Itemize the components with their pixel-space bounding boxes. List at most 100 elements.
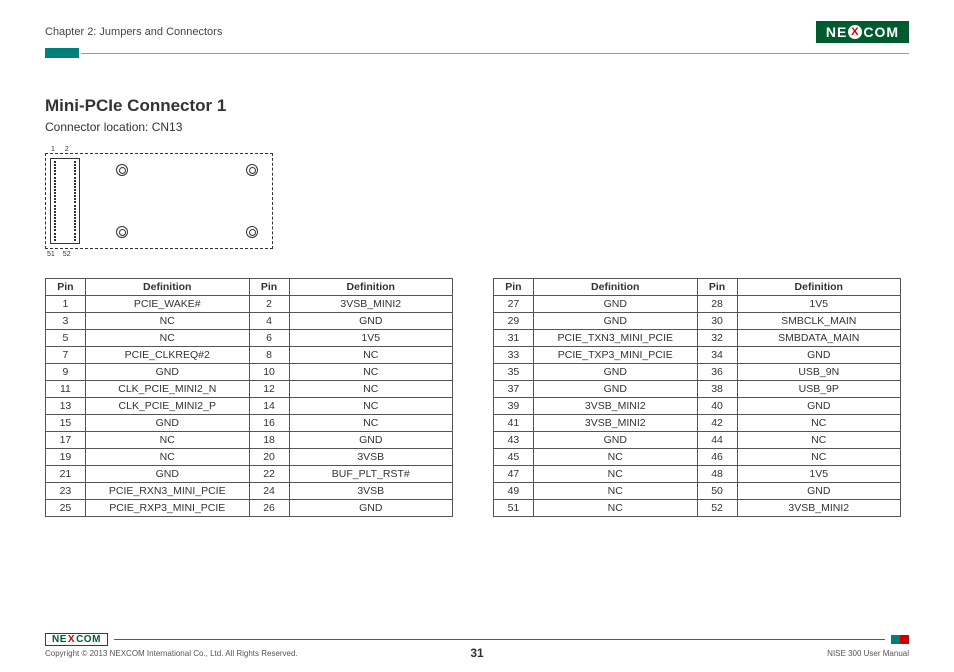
footer-rule bbox=[114, 639, 885, 641]
cell-pin: 37 bbox=[494, 381, 534, 398]
cell-pin: 5 bbox=[46, 330, 86, 347]
cell-def: NC bbox=[533, 466, 697, 483]
cell-pin: 17 bbox=[46, 432, 86, 449]
logo-text: NE bbox=[826, 24, 847, 40]
table-row: 21GND22BUF_PLT_RST# bbox=[46, 466, 453, 483]
cell-pin: 28 bbox=[697, 296, 737, 313]
cell-def: 1V5 bbox=[737, 296, 901, 313]
cell-def: GND bbox=[737, 483, 901, 500]
cell-def: NC bbox=[289, 415, 452, 432]
cell-def: NC bbox=[85, 330, 249, 347]
th-pin: Pin bbox=[494, 279, 534, 296]
brand-logo: NEXCOM bbox=[816, 21, 909, 43]
cell-pin: 16 bbox=[249, 415, 289, 432]
table-row: 33PCIE_TXP3_MINI_PCIE34GND bbox=[494, 347, 901, 364]
cell-def: 3VSB_MINI2 bbox=[289, 296, 452, 313]
th-def: Definition bbox=[737, 279, 901, 296]
table-row: 37GND38USB_9P bbox=[494, 381, 901, 398]
section-title: Mini-PCIe Connector 1 bbox=[45, 96, 909, 116]
table-row: 413VSB_MINI242NC bbox=[494, 415, 901, 432]
page-number: 31 bbox=[470, 646, 483, 660]
logo-text: COM bbox=[76, 634, 101, 645]
cell-def: PCIE_RXP3_MINI_PCIE bbox=[85, 500, 249, 517]
cell-pin: 11 bbox=[46, 381, 86, 398]
cell-pin: 32 bbox=[697, 330, 737, 347]
cell-pin: 38 bbox=[697, 381, 737, 398]
pin-label-2: 2 bbox=[65, 146, 69, 153]
cell-def: NC bbox=[289, 381, 452, 398]
cell-def: GND bbox=[533, 432, 697, 449]
cell-pin: 3 bbox=[46, 313, 86, 330]
cell-pin: 7 bbox=[46, 347, 86, 364]
standoff-icon bbox=[246, 164, 258, 176]
logo-x-icon: X bbox=[68, 634, 75, 645]
cell-pin: 40 bbox=[697, 398, 737, 415]
cell-def: BUF_PLT_RST# bbox=[289, 466, 452, 483]
standoff-icon bbox=[116, 226, 128, 238]
cell-def: GND bbox=[289, 313, 452, 330]
cell-pin: 6 bbox=[249, 330, 289, 347]
table-row: 3NC4GND bbox=[46, 313, 453, 330]
th-def: Definition bbox=[85, 279, 249, 296]
cell-pin: 13 bbox=[46, 398, 86, 415]
cell-def: SMBCLK_MAIN bbox=[737, 313, 901, 330]
footer-brand-logo: NEXCOM bbox=[45, 633, 108, 646]
cell-def: USB_9P bbox=[737, 381, 901, 398]
cell-pin: 29 bbox=[494, 313, 534, 330]
logo-text: NE bbox=[52, 634, 67, 645]
cell-pin: 18 bbox=[249, 432, 289, 449]
cell-pin: 24 bbox=[249, 483, 289, 500]
pin-label-1: 1 bbox=[51, 146, 55, 153]
table-row: 47NC481V5 bbox=[494, 466, 901, 483]
table-row: 23PCIE_RXN3_MINI_PCIE243VSB bbox=[46, 483, 453, 500]
cell-def: GND bbox=[737, 398, 901, 415]
cell-def: NC bbox=[289, 364, 452, 381]
cell-pin: 47 bbox=[494, 466, 534, 483]
cell-def: GND bbox=[533, 313, 697, 330]
table-row: 35GND36USB_9N bbox=[494, 364, 901, 381]
cell-pin: 1 bbox=[46, 296, 86, 313]
cell-def: GND bbox=[289, 500, 452, 517]
cell-def: SMBDATA_MAIN bbox=[737, 330, 901, 347]
rule-line bbox=[81, 53, 909, 54]
chapter-title: Chapter 2: Jumpers and Connectors bbox=[45, 26, 222, 38]
cell-def: NC bbox=[533, 449, 697, 466]
cell-pin: 39 bbox=[494, 398, 534, 415]
footer-cap-icon bbox=[891, 635, 909, 644]
cell-def: GND bbox=[85, 466, 249, 483]
cell-def: GND bbox=[533, 296, 697, 313]
table-row: 393VSB_MINI240GND bbox=[494, 398, 901, 415]
cell-pin: 49 bbox=[494, 483, 534, 500]
cell-pin: 4 bbox=[249, 313, 289, 330]
cell-pin: 34 bbox=[697, 347, 737, 364]
cell-def: 3VSB bbox=[289, 449, 452, 466]
accent-block bbox=[45, 48, 79, 58]
cell-def: GND bbox=[85, 415, 249, 432]
th-def: Definition bbox=[289, 279, 452, 296]
cell-def: GND bbox=[737, 347, 901, 364]
cell-pin: 44 bbox=[697, 432, 737, 449]
cell-def: NC bbox=[533, 500, 697, 517]
table-row: 15GND16NC bbox=[46, 415, 453, 432]
cell-pin: 43 bbox=[494, 432, 534, 449]
table-row: 45NC46NC bbox=[494, 449, 901, 466]
socket-outline bbox=[45, 153, 273, 249]
cell-pin: 27 bbox=[494, 296, 534, 313]
cell-pin: 41 bbox=[494, 415, 534, 432]
section-subtitle: Connector location: CN13 bbox=[45, 120, 909, 134]
cell-def: PCIE_TXN3_MINI_PCIE bbox=[533, 330, 697, 347]
cell-pin: 21 bbox=[46, 466, 86, 483]
th-pin: Pin bbox=[249, 279, 289, 296]
cell-pin: 45 bbox=[494, 449, 534, 466]
cell-def: NC bbox=[289, 347, 452, 364]
cell-def: 3VSB_MINI2 bbox=[533, 398, 697, 415]
pin-array bbox=[50, 158, 80, 244]
cell-def: NC bbox=[289, 398, 452, 415]
cell-def: NC bbox=[85, 313, 249, 330]
cell-def: GND bbox=[289, 432, 452, 449]
logo-x-icon: X bbox=[848, 25, 862, 39]
table-row: 49NC50GND bbox=[494, 483, 901, 500]
cell-pin: 19 bbox=[46, 449, 86, 466]
th-pin: Pin bbox=[697, 279, 737, 296]
standoff-icon bbox=[246, 226, 258, 238]
